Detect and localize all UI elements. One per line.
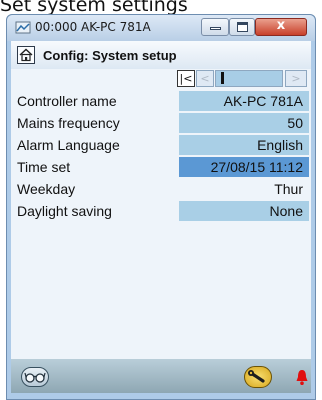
next-page-icon: > xyxy=(291,72,301,85)
alarm-bell-icon[interactable] xyxy=(295,368,309,386)
close-button[interactable]: x xyxy=(255,18,307,36)
glasses-icon xyxy=(24,372,46,383)
previous-page-button[interactable]: < xyxy=(196,70,214,87)
footer-bar xyxy=(11,359,311,393)
home-button[interactable] xyxy=(17,46,35,64)
app-icon xyxy=(15,21,31,34)
client-area: Config: System setup |< < > Controller n… xyxy=(11,41,311,393)
service-button[interactable] xyxy=(244,366,272,388)
time-set-field[interactable]: 27/08/15 11:12 xyxy=(179,157,309,177)
page-header: Config: System setup xyxy=(11,41,311,69)
alarm-language-field[interactable]: English xyxy=(179,135,309,155)
minimize-button[interactable] xyxy=(201,18,229,36)
setting-row-controller-name: Controller name AK-PC 781A xyxy=(11,90,311,112)
setting-row-daylight-saving: Daylight saving None xyxy=(11,200,311,222)
setting-row-alarm-language: Alarm Language English xyxy=(11,134,311,156)
app-window: 00:000 AK-PC 781A x Config: System setup… xyxy=(6,14,316,400)
previous-page-icon: < xyxy=(200,72,210,85)
setting-row-time-set: Time set 27/08/15 11:12 xyxy=(11,156,311,178)
home-icon xyxy=(19,48,33,62)
weekday-value: Thur xyxy=(274,181,303,197)
mains-frequency-field[interactable]: 50 xyxy=(179,113,309,133)
title-bar[interactable]: 00:000 AK-PC 781A x xyxy=(7,15,315,41)
settings-list: Controller name AK-PC 781A Mains frequen… xyxy=(11,90,311,222)
setting-label: Time set xyxy=(17,159,71,175)
wrench-icon xyxy=(248,370,265,383)
maximize-icon xyxy=(237,22,248,32)
setting-label: Mains frequency xyxy=(17,115,120,131)
first-page-button[interactable]: |< xyxy=(177,70,195,87)
setting-label: Daylight saving xyxy=(17,203,112,219)
setting-label: Alarm Language xyxy=(17,137,120,153)
next-page-button[interactable]: > xyxy=(285,70,307,87)
first-page-icon: |< xyxy=(179,72,193,85)
setting-label: Controller name xyxy=(17,93,117,109)
view-button[interactable] xyxy=(21,367,49,387)
setting-label: Weekday xyxy=(17,181,76,197)
page-title: Config: System setup xyxy=(43,48,177,63)
setting-row-mains-frequency: Mains frequency 50 xyxy=(11,112,311,134)
setting-row-weekday: Weekday Thur xyxy=(11,178,311,200)
controller-name-field[interactable]: AK-PC 781A xyxy=(179,91,309,111)
daylight-saving-field[interactable]: None xyxy=(179,201,309,221)
maximize-button[interactable] xyxy=(229,18,255,36)
slider-thumb[interactable] xyxy=(221,72,224,84)
minimize-icon xyxy=(210,27,221,30)
close-icon: x xyxy=(276,18,286,33)
window-title: 00:000 AK-PC 781A xyxy=(35,20,151,34)
page-slider[interactable] xyxy=(215,70,283,87)
